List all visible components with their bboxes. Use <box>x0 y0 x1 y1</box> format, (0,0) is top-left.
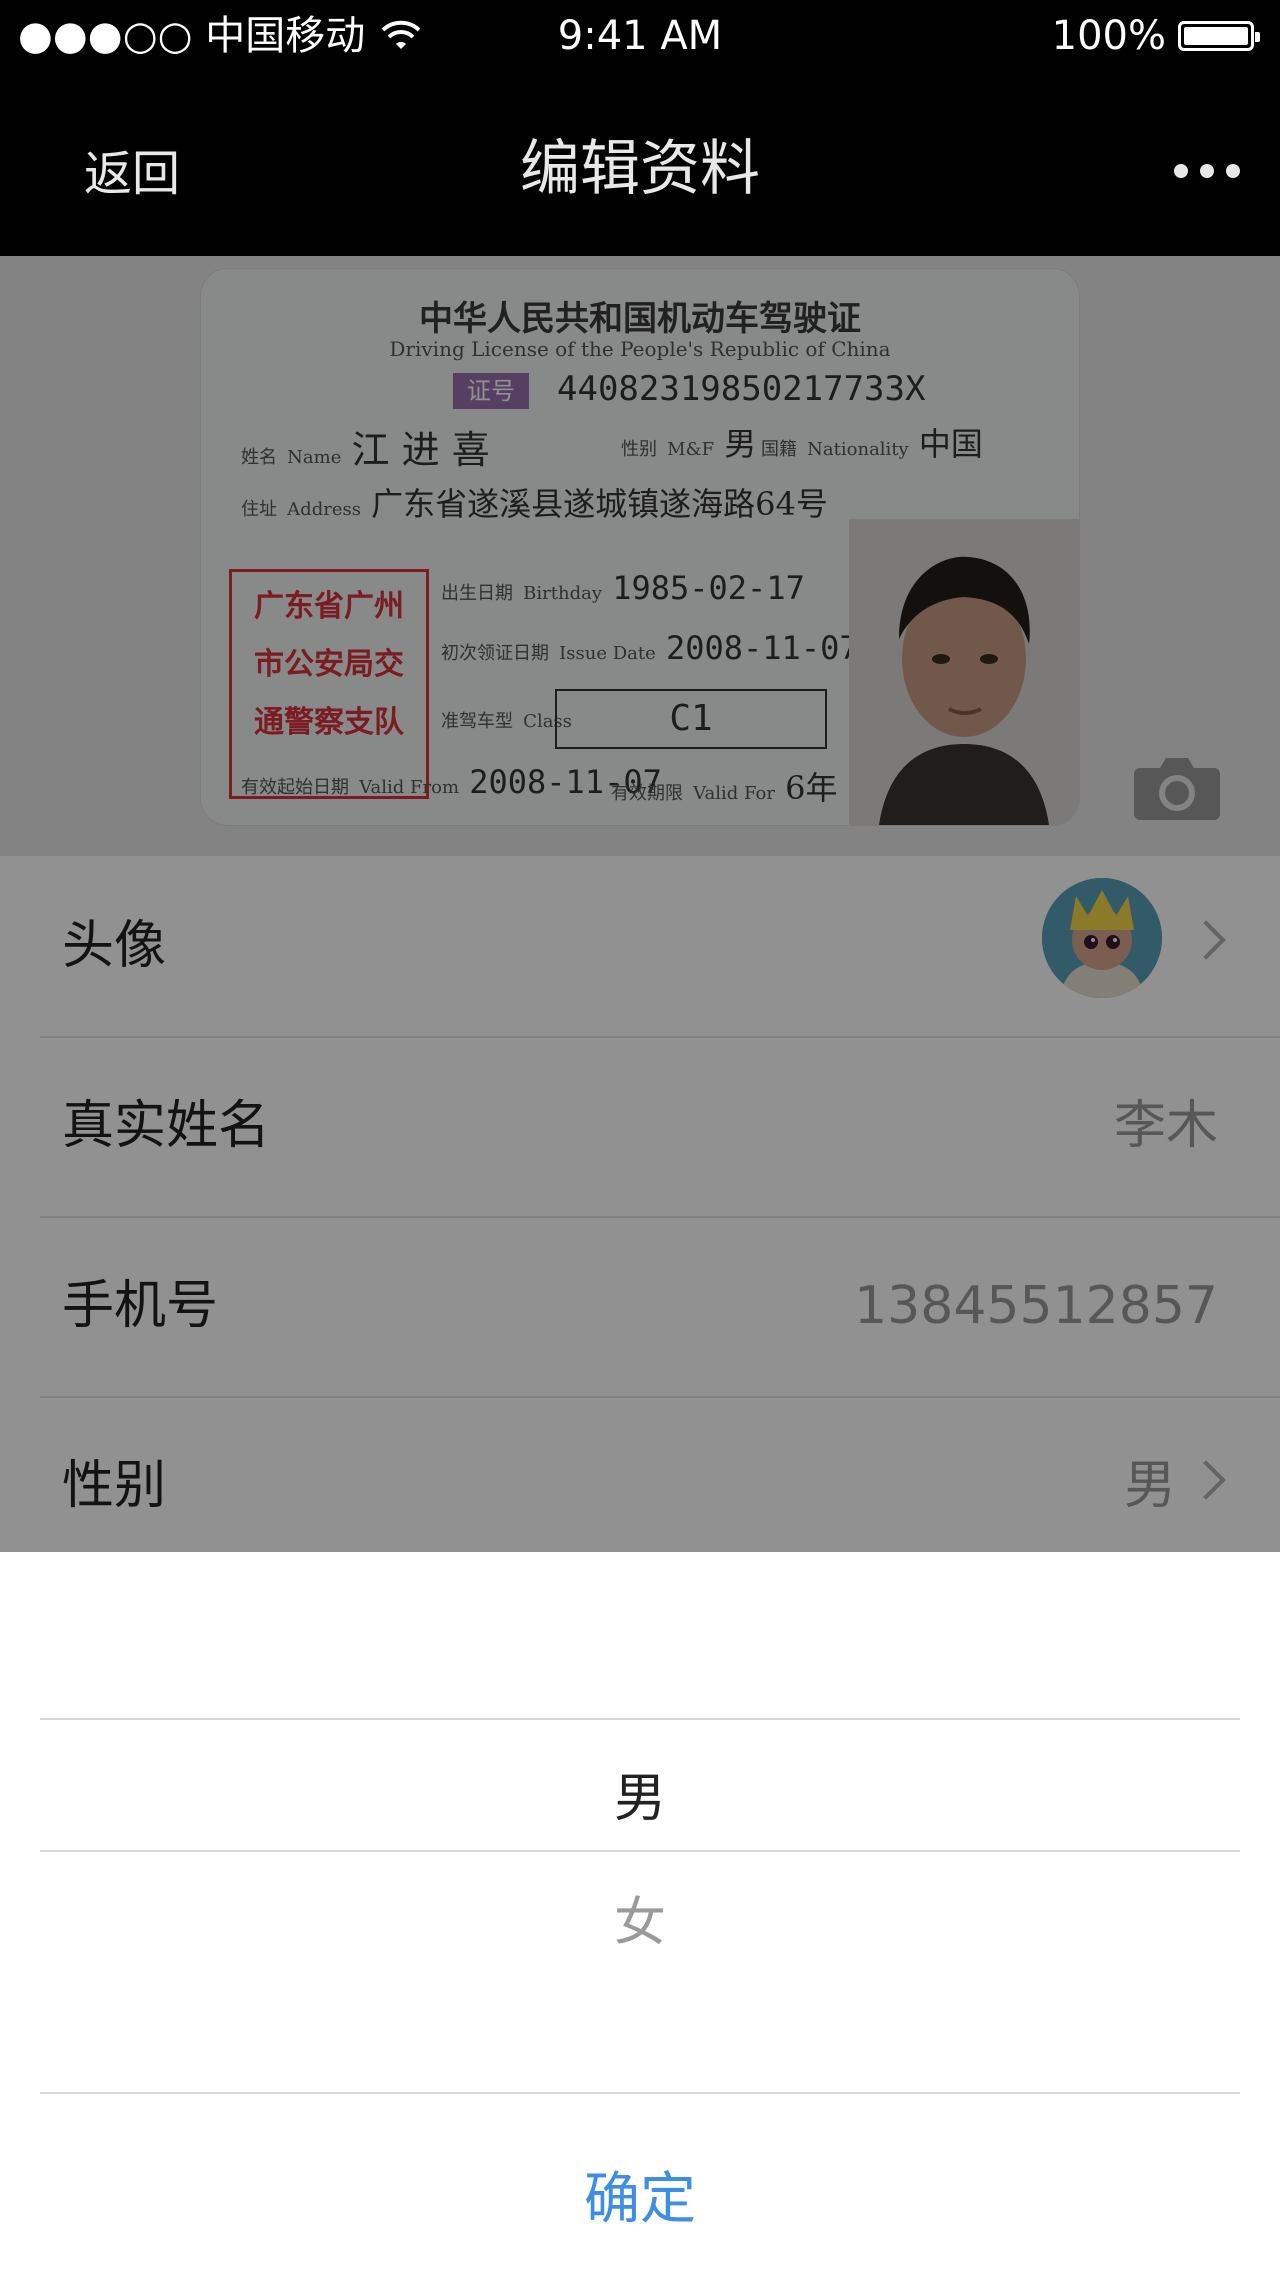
picker-option-male[interactable]: 男 <box>0 1756 1280 1831</box>
battery-icon <box>1178 21 1260 51</box>
status-bar: ●●●○○ 中国移动 9:41 AM 100% <box>0 0 1280 72</box>
confirm-button[interactable]: 确定 <box>0 2154 1280 2235</box>
picker-divider <box>40 2092 1240 2094</box>
modal-overlay[interactable] <box>0 256 1280 1552</box>
nav-bar: 返回 编辑资料 <box>0 72 1280 256</box>
more-dots-icon[interactable] <box>1174 164 1240 178</box>
picker-divider <box>40 1718 1240 1720</box>
status-right: 100% <box>1051 10 1260 62</box>
picker-option-female[interactable]: 女 <box>0 1880 1280 1955</box>
picker-divider <box>40 1850 1240 1852</box>
page-title: 编辑资料 <box>520 134 760 204</box>
battery-percent: 100% <box>1051 13 1166 59</box>
gender-picker-sheet: 男 女 确定 <box>0 1552 1280 2272</box>
